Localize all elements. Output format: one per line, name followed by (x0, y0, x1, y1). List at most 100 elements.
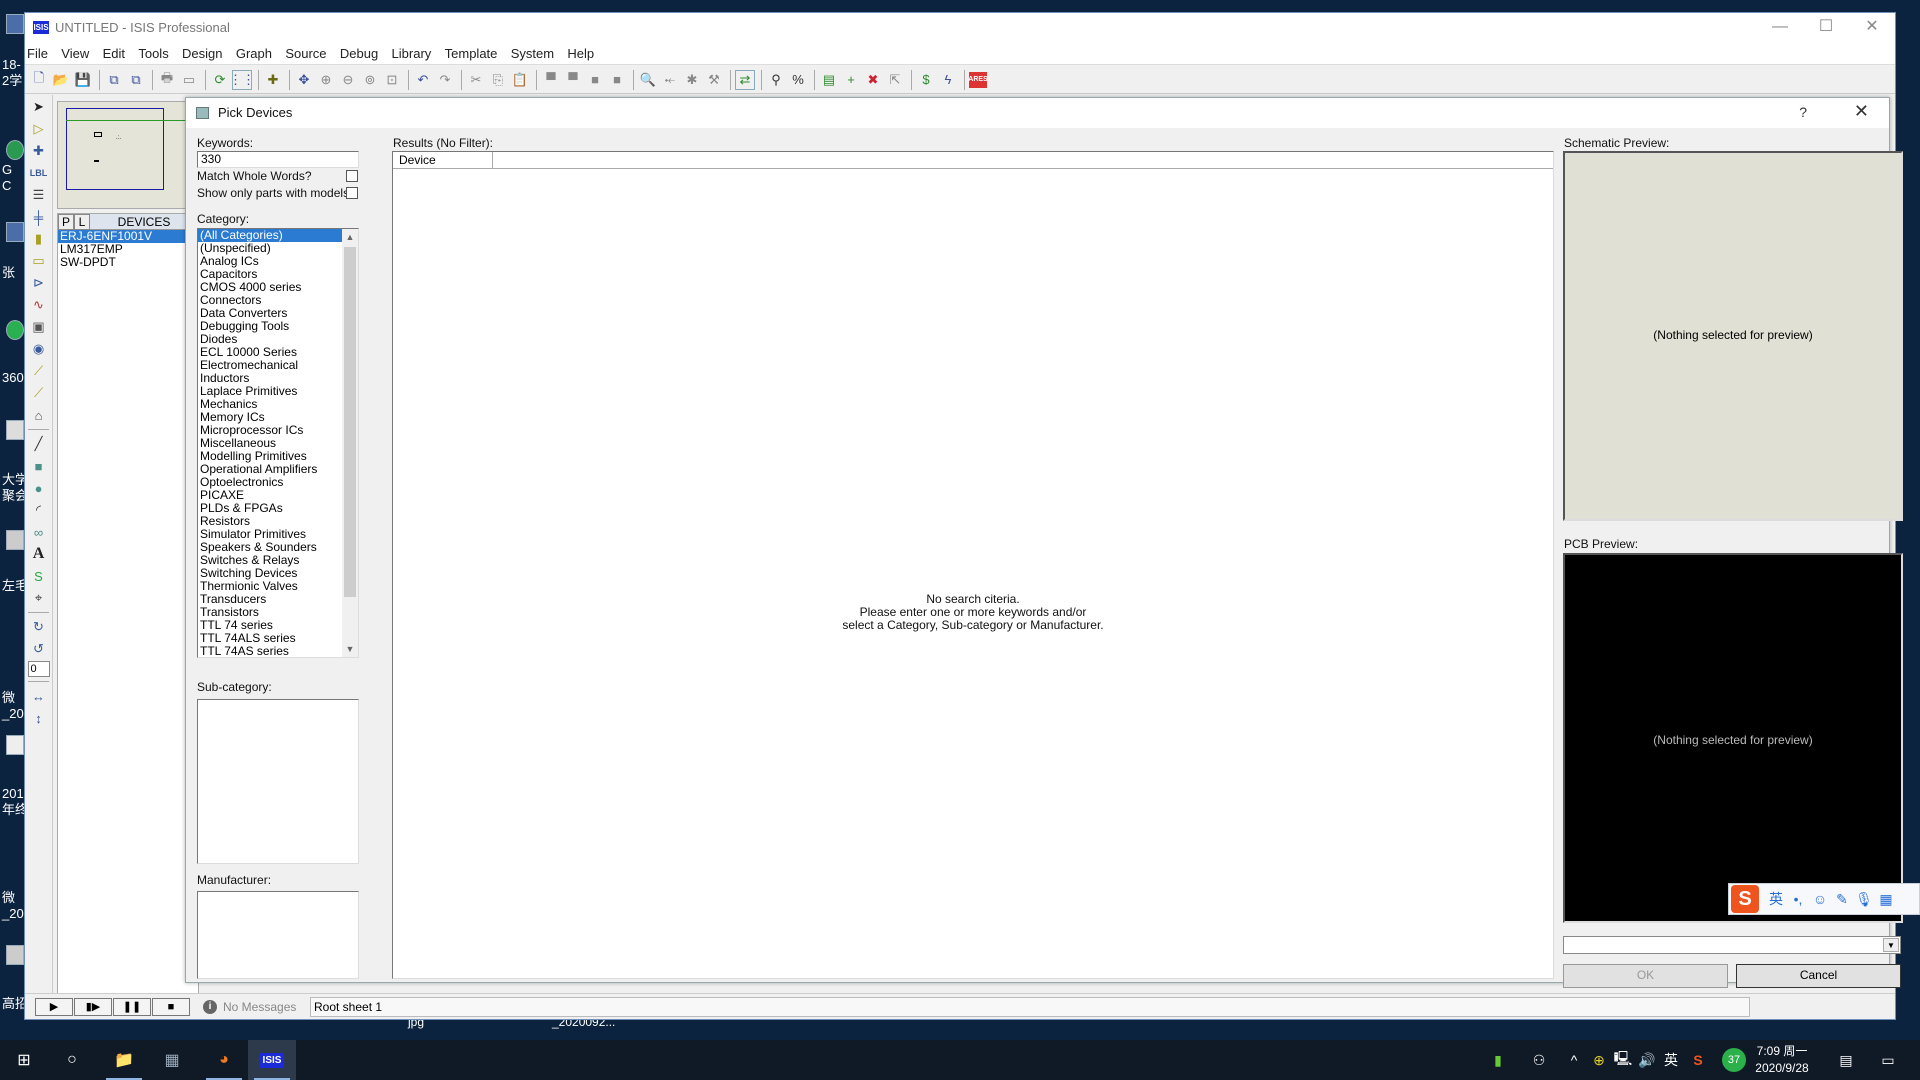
cancel-button[interactable]: Cancel (1736, 964, 1901, 988)
column-header-device[interactable]: Device (393, 152, 493, 169)
desktop-icon[interactable] (6, 140, 24, 160)
decompose-icon[interactable]: ⚒ (704, 70, 724, 90)
calculator-icon[interactable]: ▦ (148, 1040, 196, 1080)
ime-emoji-icon[interactable]: ☺ (1809, 891, 1831, 907)
make-device-icon[interactable]: ⤝ (660, 70, 680, 90)
copy-icon[interactable]: ⎘ (488, 70, 508, 90)
network-icon[interactable]: 🖳 (1614, 1040, 1633, 1080)
scrollbar-thumb[interactable] (344, 247, 356, 597)
menu-library[interactable]: Library (387, 43, 437, 65)
block-move-icon[interactable]: ▀ (563, 70, 583, 90)
ime-language-icon[interactable]: 英 (1765, 889, 1787, 909)
circle-icon[interactable]: ● (28, 478, 50, 498)
scroll-up-arrow[interactable]: ▲ (342, 229, 358, 245)
notes-icon[interactable]: ▤ (1836, 1040, 1856, 1080)
menu-design[interactable]: Design (177, 43, 227, 65)
generator-icon[interactable]: ◉ (28, 339, 50, 359)
bus-icon[interactable]: ╪ (28, 207, 50, 227)
volume-icon[interactable]: 🔊 (1638, 1040, 1656, 1080)
file-explorer-icon[interactable]: 📁 (100, 1040, 148, 1080)
pick-devices-button[interactable]: P (58, 214, 74, 230)
dropdown-arrow-icon[interactable]: ▼ (1883, 938, 1899, 952)
junction-icon[interactable]: ✚ (28, 141, 50, 161)
start-button[interactable]: ⊞ (0, 1040, 48, 1080)
usb-icon[interactable]: ▮ (1490, 1040, 1506, 1080)
remove-sheet-icon[interactable]: ✖ (863, 70, 883, 90)
mirror-x-icon[interactable]: ↔ (28, 686, 50, 706)
redo-icon[interactable]: ↷ (435, 70, 455, 90)
design-explorer-icon[interactable]: ▤ (819, 70, 839, 90)
minimize-button[interactable]: — (1757, 13, 1803, 43)
library-manager-button[interactable]: L (74, 214, 90, 230)
cortana-icon[interactable]: ○ (48, 1040, 96, 1080)
mirror-y-icon[interactable]: ↕ (28, 708, 50, 728)
isis-taskbar-button[interactable]: ISIS (248, 1040, 296, 1080)
line-icon[interactable]: ╱ (28, 434, 50, 454)
rotation-angle-input[interactable]: 0 (27, 661, 50, 677)
match-whole-words-checkbox[interactable] (346, 170, 358, 182)
play-button[interactable]: ▶ (35, 998, 73, 1016)
subcircuit-icon[interactable]: ▮ (28, 229, 50, 249)
menu-help[interactable]: Help (562, 43, 599, 65)
subcategory-list[interactable] (197, 699, 359, 864)
open-file-icon[interactable]: 📂 (51, 70, 71, 90)
input-language-indicator[interactable]: 英 (1662, 1040, 1680, 1080)
desktop-icon[interactable] (6, 945, 24, 965)
electrical-rule-check-icon[interactable]: ϟ (938, 70, 958, 90)
print-area-icon[interactable]: ▭ (179, 70, 199, 90)
selection-mode-icon[interactable]: ➤ (28, 97, 50, 117)
device-pins-icon[interactable]: ⊳ (28, 273, 50, 293)
desktop-icon[interactable] (6, 222, 24, 242)
category-list-item[interactable]: TTL 74AS series (198, 645, 342, 658)
text-icon[interactable]: A (28, 544, 50, 564)
close-button[interactable]: ✕ (1849, 13, 1895, 43)
ok-button[interactable]: OK (1563, 964, 1728, 988)
ares-icon[interactable]: ARES (968, 71, 988, 88)
keywords-input[interactable]: 330 (197, 151, 359, 168)
desktop-icon[interactable] (6, 735, 24, 755)
help-button[interactable]: ? (1799, 104, 1807, 120)
wire-label-icon[interactable]: LBL (28, 163, 50, 183)
ime-handwriting-icon[interactable]: ✎ (1831, 891, 1853, 908)
zoom-in-icon[interactable]: ⊕ (316, 70, 336, 90)
goto-sheet-icon[interactable]: ⇱ (885, 70, 905, 90)
marker-icon[interactable]: ⌖ (28, 588, 50, 608)
message-status[interactable]: i No Messages (201, 998, 297, 1016)
pause-button[interactable]: ❚❚ (113, 998, 151, 1016)
component-mode-icon[interactable]: ▷ (28, 119, 50, 139)
cut-icon[interactable]: ✂ (466, 70, 486, 90)
menu-template[interactable]: Template (440, 43, 503, 65)
undo-icon[interactable]: ↶ (413, 70, 433, 90)
menu-graph[interactable]: Graph (231, 43, 277, 65)
zoom-all-icon[interactable]: ⊚ (360, 70, 380, 90)
maximize-button[interactable]: ☐ (1803, 13, 1849, 43)
pick-device-icon[interactable]: 🔍 (638, 70, 658, 90)
menu-system[interactable]: System (506, 43, 559, 65)
dialog-close-button[interactable]: ✕ (1854, 101, 1869, 122)
tape-recorder-icon[interactable]: ▣ (28, 317, 50, 337)
desktop-icon[interactable] (6, 320, 24, 340)
menu-file[interactable]: File (25, 43, 53, 65)
sogou-tray-icon[interactable]: S (1690, 1040, 1706, 1080)
desktop-icon[interactable] (6, 420, 24, 440)
show-hidden-icons[interactable]: ^ (1566, 1040, 1582, 1080)
box-icon[interactable]: ■ (28, 456, 50, 476)
bill-of-materials-icon[interactable]: $ (916, 70, 936, 90)
menu-debug[interactable]: Debug (335, 43, 383, 65)
import-section-icon[interactable]: ⧉ (104, 70, 124, 90)
text-script-icon[interactable]: ☰ (28, 185, 50, 205)
packaging-tool-icon[interactable]: ✱ (682, 70, 702, 90)
closed-path-icon[interactable]: ∞ (28, 522, 50, 542)
clock[interactable]: 7:09 周一 2020/9/28 (1746, 1043, 1818, 1077)
symbol-icon[interactable]: S (28, 566, 50, 586)
wire-autorouter-icon[interactable]: ⇄ (735, 69, 755, 90)
save-icon[interactable]: 💾 (73, 70, 93, 90)
title-bar[interactable]: ISIS UNTITLED - ISIS Professional — ☐ ✕ (25, 13, 1895, 43)
ime-toolbox-icon[interactable]: ▦ (1875, 891, 1897, 908)
device-list-item[interactable]: SW-DPDT (58, 256, 198, 269)
property-assignment-icon[interactable]: % (788, 70, 808, 90)
grid-icon[interactable]: ⋮⋮ (229, 69, 255, 90)
graph-icon[interactable]: ∿ (28, 295, 50, 315)
package-select[interactable]: ▼ (1563, 936, 1901, 954)
print-icon[interactable]: 🖶 (157, 70, 177, 90)
